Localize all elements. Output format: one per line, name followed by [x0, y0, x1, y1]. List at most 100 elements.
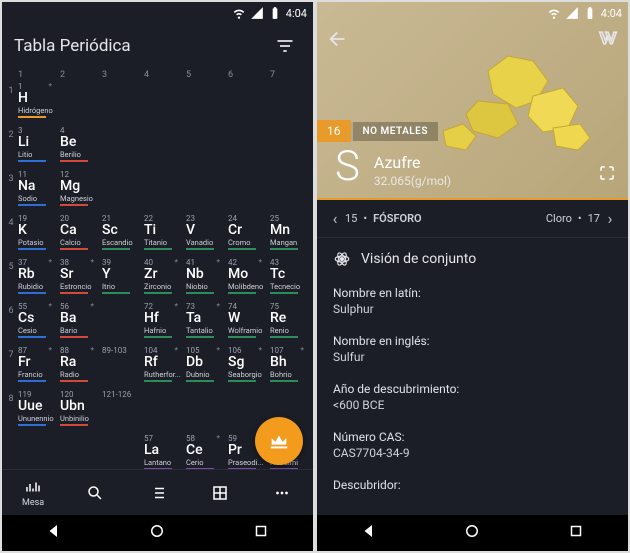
element-nav: ‹ 15 • FÓSFORO Cloro • 17 ›	[317, 198, 628, 238]
element-cell[interactable]: 57LaLantano	[142, 432, 184, 469]
periodic-table-screen: 4:04 Tabla Periódica 1234567 11*HHidróge…	[2, 2, 313, 551]
period-row: 537*RbRubidio38*SrEstroncio39YItrio40*Zr…	[6, 256, 313, 298]
expand-button[interactable]	[598, 164, 616, 186]
property-row: Número CAS:CAS7704-34-9	[317, 424, 628, 472]
property-key: Descubridor:	[333, 478, 612, 492]
crown-fab[interactable]	[255, 417, 303, 465]
period-number: 6	[6, 300, 16, 316]
element-cell[interactable]: 43TcTecnecio	[268, 256, 310, 298]
element-cell[interactable]: 12MgMagnesio	[58, 168, 100, 210]
element-cell[interactable]: 19KPotasio	[16, 212, 58, 254]
property-key: Año de descubrimiento:	[333, 382, 612, 396]
period-row: 419KPotasio20CaCalcio21ScEscandio22TiTit…	[6, 212, 313, 254]
element-cell: 121-126	[100, 388, 142, 403]
element-cell[interactable]: 3LiLitio	[16, 124, 58, 166]
property-value: <600 BCE	[333, 398, 612, 412]
element-cell[interactable]: 42*MoMolibdeno	[226, 256, 268, 298]
property-row: Descubridor:	[317, 472, 628, 506]
element-cell[interactable]: 88*RaRadio	[58, 344, 100, 386]
android-home[interactable]	[463, 522, 481, 544]
property-row: Nombre en latín:Sulphur	[317, 280, 628, 328]
element-cell[interactable]: 37*RbRubidio	[16, 256, 58, 298]
property-key: Nombre en inglés:	[333, 334, 612, 348]
column-number: 7	[270, 70, 312, 80]
nav-grid[interactable]	[189, 470, 251, 515]
element-cell[interactable]: 22TiTitanio	[142, 212, 184, 254]
element-cell: 89-103	[100, 344, 142, 359]
android-recents[interactable]	[567, 522, 585, 544]
nav-list[interactable]	[126, 470, 188, 515]
period-row: 787*FrFrancio88*RaRadio89-103104*RfRuthe…	[6, 344, 313, 386]
android-back[interactable]	[360, 522, 378, 544]
element-cell[interactable]: 23VVanadio	[184, 212, 226, 254]
period-number: 8	[6, 388, 16, 404]
element-cell[interactable]: 105*DbDubnio	[184, 344, 226, 386]
property-value: CAS7704-34-9	[333, 446, 612, 460]
property-value: Sulphur	[333, 302, 612, 316]
signal-icon	[565, 6, 579, 20]
nav-mesa[interactable]: Mesa	[2, 470, 64, 515]
overview-title: Visión de conjunto	[361, 251, 476, 267]
battery-icon	[583, 6, 597, 20]
element-detail-screen: 4:04 16 NO METALES S Azufre 32.065(g/mol…	[317, 2, 628, 551]
sulphur-image	[438, 46, 598, 156]
element-cell[interactable]: 74WWolframio	[226, 300, 268, 342]
element-cell[interactable]: 87*FrFrancio	[16, 344, 58, 386]
wifi-icon	[547, 6, 561, 20]
element-name: Azufre	[374, 153, 451, 172]
element-cell	[58, 432, 100, 438]
wifi-icon	[232, 6, 246, 20]
element-cell[interactable]: 41*NbNiobio	[184, 256, 226, 298]
element-cell[interactable]: 56*BaBario	[58, 300, 100, 342]
back-button[interactable]	[327, 28, 349, 54]
element-cell[interactable]: 39YItrio	[100, 256, 142, 298]
element-cell[interactable]: 120UbnUnbinilio	[58, 388, 100, 430]
nav-more[interactable]	[251, 470, 313, 515]
element-cell[interactable]: 21ScEscandio	[100, 212, 142, 254]
element-cell[interactable]: 106*SgSeaborgio	[226, 344, 268, 386]
element-cell[interactable]: 72*HfHafnio	[142, 300, 184, 342]
prev-element-button[interactable]: ‹	[325, 209, 345, 228]
period-number: 2	[6, 124, 16, 140]
next-element-button[interactable]: ›	[600, 209, 620, 228]
period-number: 5	[6, 256, 16, 272]
element-cell[interactable]: 104*RfRutherfor...	[142, 344, 184, 386]
element-cell[interactable]: 4BeBerilio	[58, 124, 100, 166]
android-nav	[2, 515, 313, 551]
property-value: Sulfur	[333, 350, 612, 364]
element-cell[interactable]: 11NaSodio	[16, 168, 58, 210]
element-cell[interactable]: 119UueUnunennio	[16, 388, 58, 430]
element-cell[interactable]: 20CaCalcio	[58, 212, 100, 254]
periodic-table[interactable]: 11*HHidrógeno23LiLitio4BeBerilio311NaSod…	[2, 80, 313, 469]
filter-button[interactable]	[269, 30, 301, 62]
element-cell[interactable]: 38*SrEstroncio	[58, 256, 100, 298]
element-cell[interactable]: 24CrCromo	[226, 212, 268, 254]
nav-search[interactable]	[64, 470, 126, 515]
period-row: 11*HHidrógeno	[6, 80, 313, 122]
next-element[interactable]: Cloro • 17	[473, 212, 601, 225]
period-number: 1	[6, 80, 16, 96]
android-home[interactable]	[148, 522, 166, 544]
overview-section-header: Visión de conjunto	[317, 238, 628, 280]
column-number: 2	[60, 70, 102, 80]
element-symbol: S	[335, 146, 360, 188]
android-nav	[317, 515, 628, 551]
element-cell[interactable]: 107*BhBohrio	[268, 344, 310, 386]
element-cell[interactable]: 55*CsCesio	[16, 300, 58, 342]
android-back[interactable]	[45, 522, 63, 544]
wikipedia-button[interactable]	[598, 28, 618, 52]
element-cell[interactable]: 73*TaTantalio	[184, 300, 226, 342]
android-recents[interactable]	[252, 522, 270, 544]
element-cell[interactable]: 58*CeCerio	[184, 432, 226, 469]
status-bar: 4:04	[2, 2, 313, 24]
element-cell[interactable]: 40*ZrZirconio	[142, 256, 184, 298]
column-headers: 1234567	[2, 68, 313, 80]
period-row: 23LiLitio4BeBerilio	[6, 124, 313, 166]
element-cell[interactable]: 25MnMangan	[268, 212, 310, 254]
element-cell[interactable]: 1*HHidrógeno	[16, 80, 58, 122]
element-cell[interactable]: 75ReRenio	[268, 300, 310, 342]
prev-element[interactable]: 15 • FÓSFORO	[345, 212, 473, 225]
period-number: 7	[6, 344, 16, 360]
column-number: 3	[102, 70, 144, 80]
period-number: 4	[6, 212, 16, 228]
